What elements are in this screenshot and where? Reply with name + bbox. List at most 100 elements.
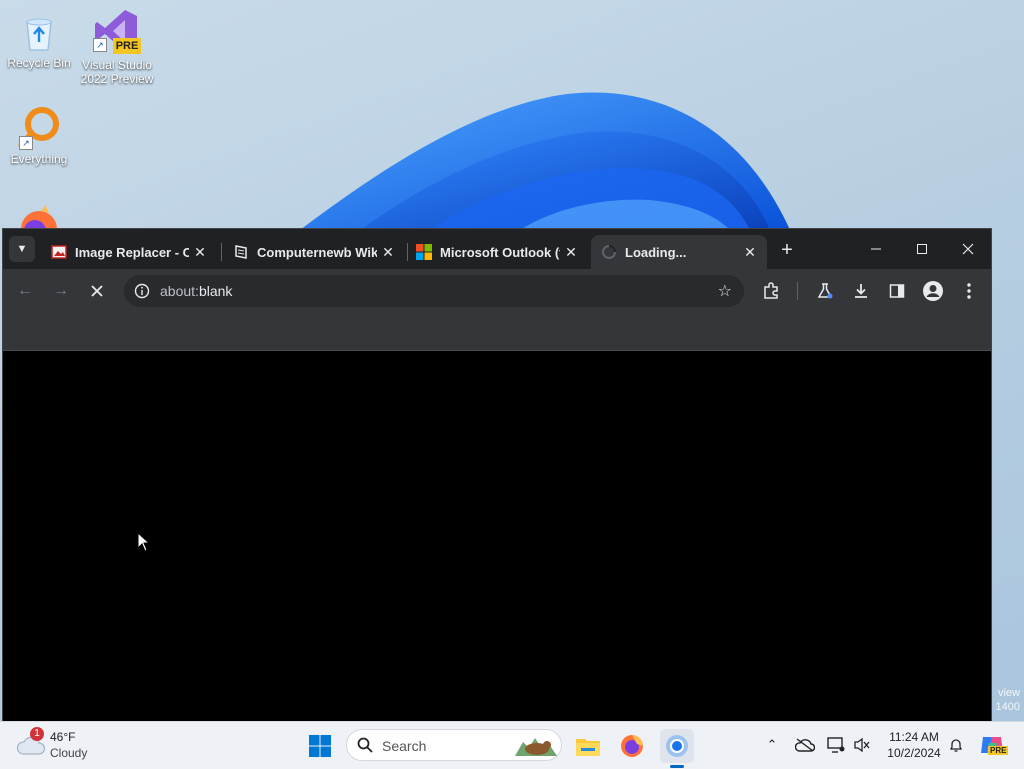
search-icon — [357, 737, 373, 753]
bookmarks-bar — [3, 313, 991, 351]
menu-button[interactable] — [957, 279, 981, 303]
tab-loading[interactable]: Loading... ✕ — [591, 235, 767, 269]
close-window-button[interactable] — [945, 229, 991, 269]
notifications-button[interactable] — [945, 734, 967, 756]
folder-icon — [576, 739, 600, 756]
weather-widget[interactable]: 1 46°F Cloudy — [16, 727, 136, 764]
weather-alert-badge: 1 — [30, 727, 44, 741]
desktop-icon-everything[interactable]: ↗ Everything — [2, 106, 76, 166]
loading-spinner-icon — [601, 244, 617, 260]
network-tray-icon[interactable] — [825, 734, 847, 756]
bell-icon — [949, 739, 963, 752]
side-panel-icon — [889, 284, 905, 298]
title-bar: ▼ Image Replacer - Ch ✕ Computernewb Wik… — [3, 229, 991, 269]
chrome-taskbar-button[interactable] — [660, 729, 694, 763]
recycle-bin-icon — [17, 10, 61, 54]
tab-search-button[interactable]: ▼ — [9, 236, 35, 262]
avatar-icon — [923, 281, 943, 301]
stop-x-icon — [91, 285, 103, 297]
tab-title: Image Replacer - Ch — [75, 244, 189, 260]
stop-loading-button[interactable] — [85, 279, 109, 303]
taskbar-search-box[interactable]: Search — [346, 729, 562, 761]
image-replacer-favicon — [51, 244, 67, 260]
speaker-muted-icon — [854, 737, 870, 753]
extensions-button[interactable] — [759, 279, 783, 303]
weather-temp: 46°F — [50, 730, 76, 744]
show-hidden-icons-button[interactable]: ⌃ — [761, 734, 783, 756]
volume-tray-icon[interactable] — [851, 734, 873, 756]
shortcut-arrow-icon: ↗ — [93, 38, 107, 52]
pre-badge: PRE — [115, 40, 139, 52]
wiki-favicon — [233, 244, 249, 260]
close-icon — [962, 243, 974, 255]
info-icon[interactable] — [134, 283, 150, 299]
desktop-icon-label: Recycle Bin — [7, 56, 71, 70]
desktop-icon-visual-studio[interactable]: PRE ↗ Visual Studio 2022 Preview — [80, 6, 154, 86]
microsoft-logo-icon — [416, 244, 432, 260]
system-clock[interactable]: 11:24 AM 10/2/2024 — [882, 729, 946, 761]
bookmark-star-icon[interactable]: ☆ — [718, 281, 732, 301]
clock-date: 10/2/2024 — [887, 746, 941, 760]
firefox-icon — [621, 735, 643, 757]
firefox-button[interactable] — [615, 729, 649, 763]
desktop-icon-label: Visual Studio 2022 Preview — [80, 58, 154, 86]
close-tab-icon[interactable]: ✕ — [739, 244, 761, 261]
side-panel-button[interactable] — [885, 279, 909, 303]
kebab-menu-icon — [967, 283, 971, 299]
close-tab-icon[interactable]: ✕ — [189, 244, 211, 261]
tab-title: Loading... — [625, 244, 687, 260]
monitor-network-icon — [827, 737, 845, 753]
tab-title: Microsoft Outlook (f — [440, 244, 560, 260]
visual-studio-icon: PRE ↗ — [91, 6, 143, 56]
chevron-down-icon: ▼ — [16, 243, 28, 255]
chevron-up-icon: ⌃ — [766, 737, 778, 752]
labs-button[interactable] — [813, 279, 837, 303]
search-label: Search — [382, 738, 427, 754]
onedrive-tray-icon[interactable] — [794, 734, 816, 756]
address-bar[interactable]: about:blank ☆ — [124, 275, 744, 307]
puzzle-icon — [764, 282, 778, 299]
page-content[interactable] — [3, 351, 991, 721]
close-tab-icon[interactable]: ✕ — [560, 244, 582, 261]
tab-title: Computernewb Wiki — [257, 244, 377, 260]
download-icon — [855, 284, 867, 298]
maximize-button[interactable] — [899, 229, 945, 269]
everything-search-icon: ↗ — [17, 106, 61, 150]
clock-time: 11:24 AM — [889, 730, 939, 744]
search-highlight-bear-icon — [515, 738, 557, 756]
chrome-icon — [666, 735, 688, 757]
file-explorer-button[interactable] — [571, 729, 605, 763]
toolbar-divider — [797, 282, 798, 300]
back-button[interactable]: ← — [13, 279, 37, 303]
desktop-icon-recycle-bin[interactable]: Recycle Bin — [2, 10, 76, 70]
chrome-window: ▼ Image Replacer - Ch ✕ Computernewb Wik… — [3, 229, 991, 721]
new-tab-button[interactable]: + — [775, 238, 799, 262]
shortcut-arrow-icon: ↗ — [19, 136, 33, 150]
minimize-button[interactable] — [853, 229, 899, 269]
copilot-button[interactable]: PRE — [978, 734, 1009, 756]
tab-computernewb-wiki[interactable]: Computernewb Wiki ✕ — [223, 235, 405, 269]
mouse-cursor-icon — [137, 532, 151, 552]
tab-separator — [221, 243, 222, 261]
forward-arrow-icon: → — [53, 282, 69, 299]
copilot-pre-badge: PRE — [988, 746, 1009, 755]
weather-condition: Cloudy — [50, 746, 88, 760]
downloads-button[interactable] — [849, 279, 873, 303]
cloud-offline-icon — [795, 738, 815, 752]
flask-icon — [817, 283, 833, 299]
profile-button[interactable] — [921, 279, 945, 303]
desktop-icon-label: Everything — [10, 152, 68, 166]
minimize-icon — [871, 248, 881, 250]
maximize-icon — [917, 244, 927, 254]
start-button[interactable] — [303, 729, 337, 763]
url-text: about:blank — [160, 283, 233, 299]
tab-microsoft-outlook[interactable]: Microsoft Outlook (f ✕ — [406, 235, 588, 269]
forward-button[interactable]: → — [49, 279, 73, 303]
tab-image-replacer[interactable]: Image Replacer - Ch ✕ — [41, 235, 217, 269]
windows-logo-icon — [309, 735, 331, 757]
back-arrow-icon: ← — [17, 282, 33, 299]
navigation-toolbar: ← → about:blank ☆ — [3, 269, 991, 313]
close-tab-icon[interactable]: ✕ — [377, 244, 399, 261]
firefox-desktop-icon[interactable] — [15, 203, 63, 231]
taskbar: 1 46°F Cloudy Search ⌃ 11:24 AM 10/2/202… — [0, 721, 1024, 769]
